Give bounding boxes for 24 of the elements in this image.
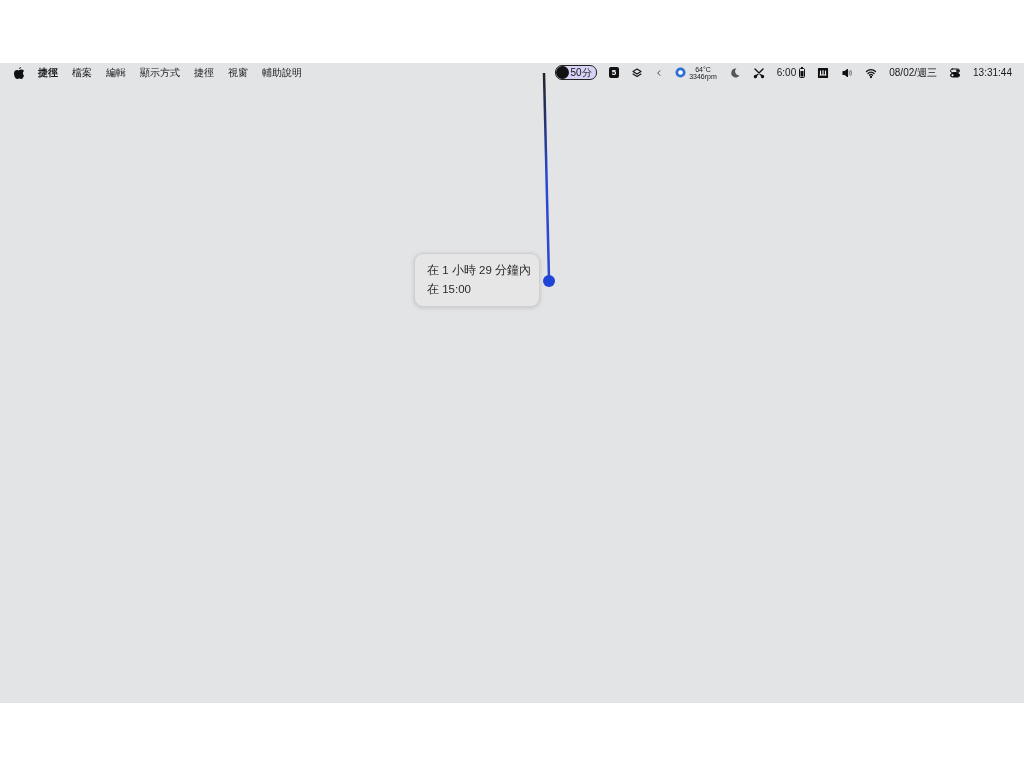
timer-pill[interactable]: 50分: [554, 65, 597, 80]
fan-icon[interactable]: [675, 67, 687, 78]
app-icon[interactable]: [817, 66, 830, 79]
status-text[interactable]: 13:31:44: [973, 67, 1012, 78]
wifi-icon[interactable]: [865, 66, 878, 79]
battery-time[interactable]: 6:00: [776, 67, 797, 78]
tooltip-text: 在 1 小時 29 分鐘內: [427, 263, 532, 278]
tooltip-text: 在 15:00: [427, 282, 472, 297]
scissors-icon[interactable]: [752, 66, 765, 79]
apple-icon[interactable]: [14, 66, 24, 79]
volume-icon[interactable]: [841, 66, 854, 79]
menu-item[interactable]: 顯示方式: [140, 65, 180, 80]
toggles-icon[interactable]: [949, 66, 962, 79]
number-badge[interactable]: 5: [608, 67, 620, 78]
status-text[interactable]: 08/02/週三: [889, 65, 938, 80]
battery-icon: [799, 67, 806, 78]
menu-item[interactable]: 捷徑: [38, 65, 58, 80]
moon-icon[interactable]: [728, 66, 741, 79]
menu-item[interactable]: 編輯: [106, 65, 126, 80]
menu-item[interactable]: 檔案: [72, 65, 92, 80]
menu-item[interactable]: 捷徑: [194, 65, 214, 80]
menu-item[interactable]: 視窗: [228, 65, 248, 80]
layers-icon[interactable]: [631, 66, 644, 79]
menu-item[interactable]: 輔助說明: [262, 65, 302, 80]
